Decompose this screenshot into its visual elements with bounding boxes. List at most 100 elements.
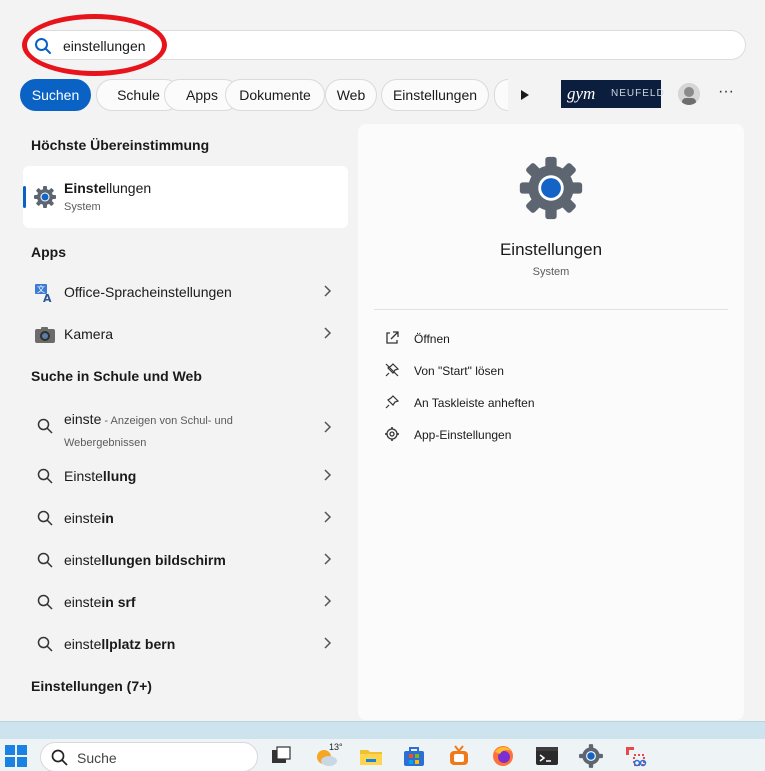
web-result-item[interactable]: einste - Anzeigen von Schul- und Weberge… (23, 404, 348, 450)
best-match-title: Einstellungen (64, 180, 151, 196)
camera-icon (35, 327, 55, 343)
action-label: An Taskleiste anheften (414, 396, 535, 410)
web-result-query: einste (64, 411, 102, 427)
action-label: Öffnen (414, 332, 450, 346)
web-search-heading: Suche in Schule und Web (31, 368, 202, 384)
avatar[interactable] (678, 83, 700, 105)
web-result-completion: llungen bildschirm (101, 552, 226, 568)
web-result-hint: - Anzeigen von Schul- und (101, 415, 233, 427)
app-item-label: Kamera (64, 326, 114, 342)
search-icon (37, 468, 53, 484)
search-icon (37, 636, 53, 652)
settings-gear-icon[interactable] (578, 743, 604, 769)
chevron-right-icon[interactable] (322, 636, 332, 650)
web-result-completion: in srf (101, 594, 136, 610)
chevron-right-icon[interactable] (322, 420, 332, 434)
terminal-icon[interactable] (534, 743, 560, 769)
web-result-text: einstellungen bildschirm (64, 552, 226, 568)
detail-subtitle: System (532, 266, 570, 278)
svg-text:A: A (43, 292, 52, 304)
web-result-completion: llung (102, 468, 137, 484)
web-result-text: einste - Anzeigen von Schul- und Weberge… (64, 409, 233, 453)
task-view-icon[interactable] (268, 743, 294, 769)
web-result-completion: in (101, 510, 114, 526)
best-match-title-bold: Einste (64, 180, 107, 196)
chip-einstellungen[interactable]: Einstellungen (381, 79, 489, 111)
search-icon (37, 418, 53, 434)
office-language-icon: 文 A (35, 284, 52, 304)
settings-gear-icon (34, 186, 56, 208)
detail-title: Einstellungen (499, 240, 603, 259)
web-result-prefix: Einste (64, 468, 103, 484)
web-result-item[interactable]: einstein (23, 498, 348, 538)
search-icon (37, 552, 53, 568)
search-icon (51, 749, 68, 766)
best-match-title-rest: llungen (106, 180, 152, 196)
web-result-text: einstellplatz bern (64, 636, 175, 652)
web-result-item[interactable]: Einstellung (23, 456, 348, 496)
action-app-settings[interactable]: App-Einstellungen (378, 421, 718, 449)
action-open[interactable]: Öffnen (378, 325, 718, 353)
best-match-item[interactable]: Einstellungen System (23, 166, 348, 228)
unpin-icon (385, 363, 400, 377)
school-logo[interactable]: gym NEUFELD (561, 80, 664, 108)
web-result-text: einstein srf (64, 594, 136, 610)
divider (374, 309, 728, 310)
web-result-prefix: einste (64, 594, 102, 610)
user-photo-icon (678, 83, 700, 105)
web-result-text: einstein (64, 510, 114, 526)
settings-more-heading[interactable]: Einstellungen (7+) (31, 678, 152, 694)
highlight-circle-annotation (22, 14, 167, 76)
chevron-right-icon[interactable] (322, 594, 332, 608)
web-result-completion: llplatz bern (101, 636, 176, 652)
chip-suchen[interactable]: Suchen (20, 79, 91, 111)
firefox-icon[interactable] (490, 743, 516, 769)
action-pin-taskbar[interactable]: An Taskleiste anheften (378, 389, 718, 417)
search-icon (37, 510, 53, 526)
file-explorer-icon[interactable] (358, 743, 384, 769)
web-result-hint-2: Webergebnissen (64, 437, 147, 449)
play-icon[interactable] (510, 84, 540, 106)
web-result-item[interactable]: einstein srf (23, 582, 348, 622)
snipping-tool-icon[interactable] (622, 743, 648, 769)
detail-panel: Einstellungen System Öffnen Von "Start" … (358, 124, 744, 720)
windows-start-icon[interactable] (3, 743, 29, 769)
best-match-subtitle: System (64, 201, 101, 213)
taskbar: Suche 13° (0, 739, 765, 771)
taskbar-search[interactable]: Suche (40, 742, 258, 771)
apps-heading: Apps (31, 244, 66, 260)
logo-text-main: gym (567, 84, 596, 103)
weather-temperature: 13° (329, 742, 343, 752)
microsoft-store-icon[interactable] (401, 743, 427, 769)
app-item-camera[interactable]: Kamera (23, 314, 348, 354)
web-result-prefix: einste (64, 510, 102, 526)
settings-gear-icon (519, 156, 583, 220)
chip-web[interactable]: Web (325, 79, 377, 111)
chevron-right-icon[interactable] (322, 284, 332, 298)
action-label: App-Einstellungen (414, 428, 512, 442)
web-result-prefix: einste (64, 552, 102, 568)
web-result-item[interactable]: einstellplatz bern (23, 624, 348, 664)
pin-icon (385, 395, 400, 409)
chip-overflow[interactable] (494, 79, 508, 111)
chevron-right-icon[interactable] (322, 552, 332, 566)
more-options-icon[interactable]: ··· (712, 83, 740, 105)
chevron-right-icon[interactable] (322, 510, 332, 524)
logo-text-suffix: NEUFELD (611, 88, 665, 99)
selection-indicator (23, 186, 26, 208)
tv-app-icon[interactable] (446, 743, 472, 769)
desktop-strip (0, 721, 765, 739)
app-item-office-language[interactable]: 文 A Office-Spracheinstellungen (23, 272, 348, 312)
chip-dokumente[interactable]: Dokumente (225, 79, 325, 111)
action-unpin-start[interactable]: Von "Start" lösen (378, 357, 718, 385)
web-result-prefix: einste (64, 636, 102, 652)
gear-icon (385, 427, 399, 441)
chevron-right-icon[interactable] (322, 326, 332, 340)
open-external-icon (386, 331, 399, 344)
action-label: Von "Start" lösen (414, 364, 504, 378)
web-result-item[interactable]: einstellungen bildschirm (23, 540, 348, 580)
taskbar-search-placeholder: Suche (77, 750, 117, 766)
search-icon (37, 594, 53, 610)
app-item-label: Office-Spracheinstellungen (64, 284, 232, 300)
chevron-right-icon[interactable] (322, 468, 332, 482)
